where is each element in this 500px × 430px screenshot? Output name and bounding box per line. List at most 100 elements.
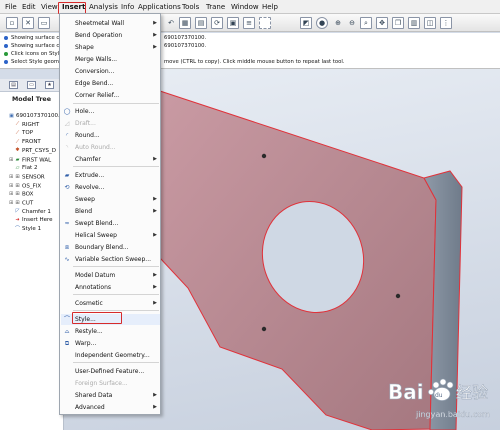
menu-view[interactable]: View <box>41 2 58 12</box>
menu-item-sheetmetal-wall[interactable]: Sheetmetal Wall ▶ <box>61 18 160 29</box>
undo-icon[interactable]: ↶ <box>165 17 177 29</box>
menu-separator <box>73 103 159 104</box>
regenerate-icon[interactable]: ⟳ <box>211 17 223 29</box>
menu-item-model-datum[interactable]: Model Datum ▶ <box>61 270 160 281</box>
menu-item-blend[interactable]: Blend ▶ <box>61 206 160 217</box>
watermark-url: jingyan.baidu.com <box>415 410 490 419</box>
display-style-icon[interactable]: ▥ <box>408 17 420 29</box>
menu-window[interactable]: Window <box>231 2 259 12</box>
layers-icon[interactable]: ≡ <box>243 17 255 29</box>
tree-item[interactable]: ▱ Flat 2 <box>9 164 38 172</box>
orient-icon[interactable]: ● <box>316 17 328 29</box>
tree-item-label: SENSOR <box>22 174 45 181</box>
tree-item[interactable]: ⊞ ⊞ SENSOR <box>9 173 45 181</box>
open-icon[interactable]: ✕ <box>22 17 34 29</box>
submenu-arrow-icon: ▶ <box>153 272 157 278</box>
menu-item-label: Revolve... <box>75 184 105 191</box>
menu-edit[interactable]: Edit <box>22 2 36 12</box>
menu-item-annotations[interactable]: Annotations ▶ <box>61 282 160 293</box>
tree-item[interactable]: ⊞ ▰ FIRST WAL <box>9 156 51 164</box>
tree-item[interactable]: ⊞ ⊞ CUT <box>9 199 33 207</box>
menu-applications[interactable]: Applications <box>138 2 181 12</box>
zoom-in-icon[interactable]: ⊕ <box>332 17 344 29</box>
menu-item-draft: ◿ Draft... <box>61 118 160 129</box>
insert-here-icon: ➜ <box>15 216 20 223</box>
tree-item[interactable]: ▣ 690107370100.P <box>3 112 63 120</box>
menu-item-merge-walls[interactable]: Merge Walls... <box>61 54 160 65</box>
refit-icon[interactable]: ◩ <box>300 17 312 29</box>
menu-item-label: Foreign Surface... <box>75 380 128 387</box>
favorites-tab-icon[interactable]: ★ <box>45 81 54 89</box>
tree-item-label: RIGHT <box>22 121 40 128</box>
menu-item-chamfer[interactable]: Chamfer ▶ <box>61 154 160 165</box>
menu-info[interactable]: Info <box>121 2 134 12</box>
menu-item-bend-operation[interactable]: Bend Operation ▶ <box>61 30 160 41</box>
menu-item-corner-relief[interactable]: Corner Relief... <box>61 90 160 101</box>
submenu-arrow-icon: ▶ <box>153 20 157 26</box>
submenu-arrow-icon: ▶ <box>153 196 157 202</box>
menu-item-helical-sweep[interactable]: Helical Sweep ▶ <box>61 230 160 241</box>
menu-item-swept-blend[interactable]: ≈ Swept Blend... <box>61 218 160 229</box>
tree-item[interactable]: ⟋ FRONT <box>9 138 41 146</box>
folder-browser-tab-icon[interactable]: ▭ <box>27 81 36 89</box>
model-tree-tab-icon[interactable]: ▤ <box>9 81 18 89</box>
close-icon[interactable]: ▭ <box>38 17 50 29</box>
part-small-hole <box>261 153 267 159</box>
menu-analysis[interactable]: Analysis <box>89 2 118 12</box>
menu-item-restyle[interactable]: ⌓ Restyle... <box>61 326 160 337</box>
part-small-hole <box>261 326 267 332</box>
menu-item-user-defined-feature[interactable]: User-Defined Feature... <box>61 366 160 377</box>
save-icon[interactable]: ▦ <box>179 17 191 29</box>
menu-item-boundary-blend[interactable]: ⧈ Boundary Blend... <box>61 242 160 253</box>
draft-icon: ◿ <box>64 120 70 127</box>
zoom-out-icon[interactable]: ⊖ <box>346 17 358 29</box>
menu-item-hole[interactable]: ◯ Hole... <box>61 106 160 117</box>
menu-trane[interactable]: Trane <box>206 2 225 12</box>
menu-item-extrude[interactable]: ▰ Extrude... <box>61 170 160 181</box>
menu-item-label: Restyle... <box>75 328 103 335</box>
menu-item-conversion[interactable]: Conversion... <box>61 66 160 77</box>
zoom-fit-icon[interactable]: ⌕ <box>360 17 372 29</box>
auto-round-icon: ◝ <box>65 144 69 151</box>
tree-item[interactable]: ◸ Chamfer 1 <box>9 208 51 216</box>
select-box-icon[interactable] <box>259 17 271 29</box>
datum-display-icon[interactable]: ⋮ <box>440 17 452 29</box>
menu-item-warp[interactable]: ⧉ Warp... <box>61 338 160 349</box>
tree-item[interactable]: ⟋ TOP <box>9 129 33 137</box>
menu-item-revolve[interactable]: ⟲ Revolve... <box>61 182 160 193</box>
menu-item-sweep[interactable]: Sweep ▶ <box>61 194 160 205</box>
message-line-right: 690107370100. <box>164 35 207 41</box>
tree-item[interactable]: ✱ PRT_CSYS_D <box>9 147 56 155</box>
tree-item[interactable]: ⟋ RIGHT <box>9 121 39 129</box>
menu-item-advanced[interactable]: Advanced ▶ <box>61 402 160 413</box>
tree-item-label: 690107370100.P <box>16 113 64 119</box>
new-icon[interactable]: ▫ <box>6 17 18 29</box>
view-manager-icon[interactable]: ❐ <box>392 17 404 29</box>
menu-help[interactable]: Help <box>262 2 278 12</box>
tree-item[interactable]: ⊞ ⊞ BOX <box>9 190 33 198</box>
jingyan-text: 经验 <box>456 383 488 402</box>
print-icon[interactable]: ▤ <box>195 17 207 29</box>
message-line: Showing surface c <box>4 43 59 50</box>
menu-item-shared-data[interactable]: Shared Data ▶ <box>61 390 160 401</box>
tree-item[interactable]: ⊞ ⊞ OS_FIX <box>9 182 41 190</box>
menu-item-round[interactable]: ◜ Round... <box>61 130 160 141</box>
tree-item[interactable]: ➜ Insert Here <box>9 216 52 224</box>
menu-file[interactable]: File <box>5 2 17 12</box>
part-icon: ▣ <box>9 112 14 119</box>
pan-icon[interactable]: ✥ <box>376 17 388 29</box>
menu-item-label: Round... <box>75 132 100 139</box>
menu-item-cosmetic[interactable]: Cosmetic ▶ <box>61 298 160 309</box>
menu-item-variable-section-sweep[interactable]: ∿ Variable Section Sweep... <box>61 254 160 265</box>
menu-item-label: Cosmetic <box>75 300 103 307</box>
saved-views-icon[interactable]: ▣ <box>227 17 239 29</box>
menu-tools[interactable]: Tools <box>182 2 199 12</box>
menu-item-independent-geometry[interactable]: Independent Geometry... <box>61 350 160 361</box>
menu-item-shape[interactable]: Shape ▶ <box>61 42 160 53</box>
swept-blend-icon: ≈ <box>64 220 70 227</box>
appearance-icon[interactable]: ◫ <box>424 17 436 29</box>
tree-item[interactable]: ⌒ Style 1 <box>9 225 41 233</box>
baidu-watermark: Bai du 经验 jingyan.baidu.com <box>386 373 496 425</box>
menu-item-edge-bend[interactable]: Edge Bend... <box>61 78 160 89</box>
info-bullet-icon <box>4 59 8 64</box>
